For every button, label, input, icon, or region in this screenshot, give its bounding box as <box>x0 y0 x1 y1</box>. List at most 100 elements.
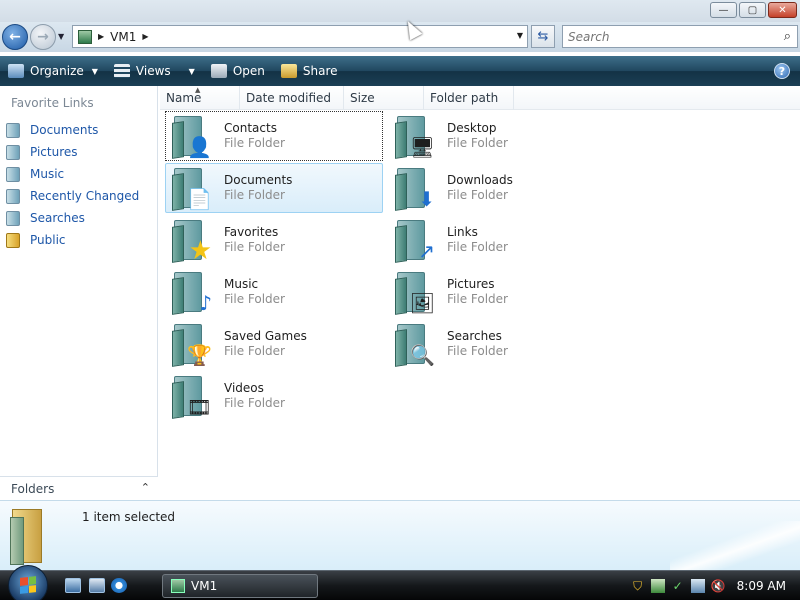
list-item[interactable]: 🖥 Desktop File Folder <box>388 111 606 161</box>
chevron-right-icon[interactable]: ▶ <box>98 32 104 41</box>
taskbar-window-button[interactable]: VM1 <box>162 574 318 598</box>
computer-location-icon <box>171 579 185 593</box>
downloads-folder-icon: ⬇ <box>393 166 437 211</box>
sidebar-item-music[interactable]: Music <box>6 163 139 185</box>
column-header-row: ▲ Name Date modified Size Folder path <box>160 86 800 110</box>
list-item[interactable]: 🔍 Searches File Folder <box>388 319 606 369</box>
start-button[interactable] <box>8 565 48 600</box>
file-type: File Folder <box>224 344 285 358</box>
list-item[interactable]: ★ Favorites File Folder <box>165 215 383 265</box>
list-item[interactable]: 🏆 Saved Games File Folder <box>165 319 383 369</box>
column-name-header[interactable]: ▲ Name <box>160 86 240 110</box>
title-bar: — ▢ ✕ <box>0 0 800 22</box>
windows-logo-icon <box>20 576 36 594</box>
file-type: File Folder <box>447 136 508 150</box>
column-folder-path-header[interactable]: Folder path <box>424 86 514 110</box>
list-item[interactable]: 📄 Documents File Folder <box>165 163 383 213</box>
search-box[interactable]: ⌕ <box>562 25 798 48</box>
open-button[interactable]: Open <box>203 56 273 86</box>
internet-explorer-icon[interactable] <box>111 578 127 593</box>
computer-location-icon <box>78 29 92 44</box>
chevron-right-icon[interactable]: ▶ <box>142 32 148 41</box>
show-desktop-icon[interactable] <box>65 578 81 593</box>
file-name: Desktop <box>447 121 497 135</box>
documents-folder-icon: 📄 <box>170 166 214 211</box>
recent-pages-dropdown[interactable]: ▼ <box>58 32 64 41</box>
list-item[interactable]: ♪ Music File Folder <box>165 267 383 317</box>
sidebar-item-label: Music <box>30 167 65 181</box>
list-item[interactable]: ⬇ Downloads File Folder <box>388 163 606 213</box>
music-folder-icon: ♪ <box>170 270 214 315</box>
switch-windows-icon[interactable] <box>89 578 105 593</box>
minimize-button[interactable]: — <box>710 2 737 18</box>
maximize-button[interactable]: ▢ <box>739 2 766 18</box>
windows-update-icon[interactable] <box>650 579 665 593</box>
desktop-folder-icon: 🖥 <box>393 114 437 159</box>
volume-muted-icon[interactable]: 🔇 <box>711 579 726 593</box>
sidebar-item-searches[interactable]: Searches <box>6 207 139 229</box>
folders-label: Folders <box>11 481 55 496</box>
file-name: Music <box>224 277 259 291</box>
contacts-folder-icon: 👤 <box>170 114 214 159</box>
list-item[interactable]: ↗ Links File Folder <box>388 215 606 265</box>
folder-icon <box>10 507 48 565</box>
share-icon <box>280 64 297 78</box>
command-toolbar: Organize ▼ Views ▼ Open Share <box>0 56 800 86</box>
column-size-header[interactable]: Size <box>344 86 424 110</box>
file-name: Saved Games <box>224 329 307 343</box>
sidebar-item-documents[interactable]: Documents <box>6 119 139 141</box>
views-button[interactable]: Views ▼ <box>106 56 203 86</box>
file-name: Videos <box>224 381 264 395</box>
recently-changed-icon <box>6 188 20 204</box>
help-button[interactable]: ? <box>774 63 790 79</box>
file-type: File Folder <box>447 292 508 306</box>
clock[interactable]: 8:09 AM <box>737 579 786 593</box>
links-folder-icon: ↗ <box>393 218 437 263</box>
folders-toggle[interactable]: Folders ⌃ <box>0 476 158 500</box>
sidebar-item-recently-changed[interactable]: Recently Changed <box>6 185 139 207</box>
share-label: Share <box>302 64 338 78</box>
search-icon[interactable]: ⌕ <box>784 29 791 44</box>
list-item[interactable]: 👤 Contacts File Folder <box>165 111 383 161</box>
address-dropdown-icon[interactable]: ▼ <box>517 31 523 40</box>
close-button[interactable]: ✕ <box>768 2 797 18</box>
favorite-links-list: Documents Pictures Music Recently Change… <box>6 119 139 251</box>
open-label: Open <box>232 64 265 78</box>
column-label: Size <box>350 91 375 105</box>
music-icon <box>6 166 20 182</box>
checkmark-icon[interactable]: ✓ <box>671 579 685 593</box>
taskbar: VM1 ⛉ ✓ 🔇 8:09 AM <box>0 565 800 600</box>
file-type: File Folder <box>224 292 285 306</box>
organize-label: Organize <box>30 64 84 78</box>
chevron-up-icon[interactable]: ⌃ <box>141 481 150 494</box>
sidebar-item-label: Public <box>30 233 66 247</box>
file-type: File Folder <box>447 344 508 358</box>
network-icon[interactable] <box>690 579 705 593</box>
security-shield-icon[interactable]: ⛉ <box>631 579 645 593</box>
list-item[interactable]: 🎞 Videos File Folder <box>165 371 383 421</box>
back-button[interactable]: ← <box>2 24 28 50</box>
sidebar-item-label: Documents <box>30 123 99 137</box>
refresh-button[interactable]: ⇆ <box>531 25 555 48</box>
sort-ascending-icon: ▲ <box>195 86 201 94</box>
details-pane: 1 item selected <box>0 500 800 571</box>
organize-icon <box>8 64 24 78</box>
pictures-folder-icon: 🖼 <box>393 270 437 315</box>
file-name: Pictures <box>447 277 495 291</box>
file-name: Contacts <box>224 121 277 135</box>
address-bar-row: ← → ▼ ▶ VM1 ▶ ▼ ⇆ ⌕ <box>0 22 800 52</box>
sidebar-item-pictures[interactable]: Pictures <box>6 141 139 163</box>
searches-folder-icon: 🔍 <box>393 322 437 367</box>
open-icon <box>210 64 227 78</box>
column-date-modified-header[interactable]: Date modified <box>240 86 344 110</box>
sidebar-item-public[interactable]: Public <box>6 229 139 251</box>
navigation-pane: Favorite Links Documents Pictures Music … <box>0 86 158 500</box>
organize-button[interactable]: Organize ▼ <box>0 56 106 86</box>
breadcrumb-item[interactable]: VM1 <box>110 30 136 44</box>
share-button[interactable]: Share <box>273 56 346 86</box>
address-box[interactable]: ▶ VM1 ▶ ▼ <box>72 25 528 48</box>
file-name: Documents <box>224 173 293 187</box>
list-item[interactable]: 🖼 Pictures File Folder <box>388 267 606 317</box>
search-input[interactable] <box>568 29 768 44</box>
forward-button[interactable]: → <box>30 24 56 50</box>
